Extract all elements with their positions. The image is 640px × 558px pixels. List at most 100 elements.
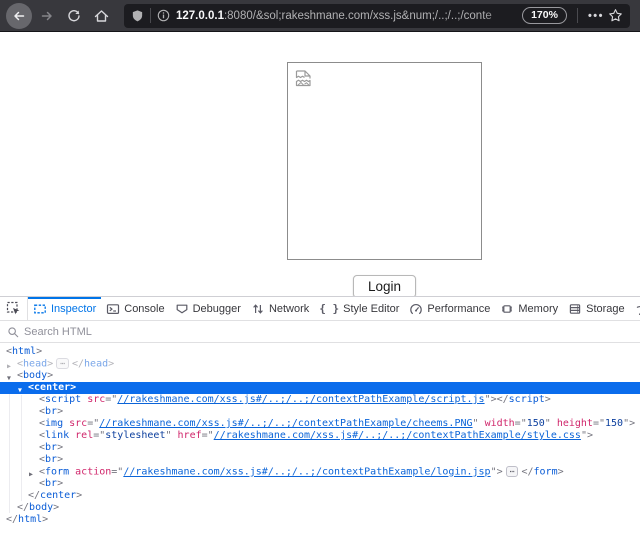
- tab-storage[interactable]: Storage: [563, 297, 630, 320]
- tab-label: Memory: [518, 303, 558, 315]
- node-picker-icon: [6, 301, 21, 316]
- markup-punct: >: [108, 359, 114, 370]
- markup-tag: script: [45, 394, 81, 405]
- markup-tag: img: [45, 418, 63, 429]
- markup-punct: ">: [581, 430, 593, 441]
- markup-row[interactable]: </html>: [0, 514, 640, 526]
- url-path: :8080/&sol;rakeshmane.com/xss.js&num;/..…: [224, 10, 492, 22]
- markup-punct: >: [36, 346, 42, 357]
- markup-punct: ">: [623, 418, 635, 429]
- markup-row[interactable]: ▼<body>: [0, 370, 640, 382]
- back-icon: [12, 9, 26, 23]
- inline-expander-badge[interactable]: ⋯: [506, 466, 519, 477]
- tab-performance[interactable]: Performance: [404, 297, 495, 320]
- reload-button[interactable]: [62, 4, 86, 28]
- markup-punct: >: [47, 359, 53, 370]
- markup-row[interactable]: <html>: [0, 346, 640, 358]
- inspector-icon: [33, 302, 47, 316]
- tab-accessibility[interactable]: Accessibility: [630, 297, 640, 320]
- markup-punct: </: [6, 514, 18, 525]
- markup-tag: body: [23, 370, 47, 381]
- memory-icon: [500, 302, 514, 316]
- markup-tag: body: [29, 502, 53, 513]
- markup-row[interactable]: <br>: [0, 406, 640, 418]
- markup-attr: href: [178, 430, 202, 441]
- markup-row[interactable]: <br>: [0, 478, 640, 490]
- attribute-link[interactable]: //rakeshmane.com/xss.js#/..;/..;/context…: [99, 418, 472, 429]
- markup-punct: >: [57, 406, 63, 417]
- tab-debugger[interactable]: Debugger: [170, 297, 246, 320]
- search-html-input[interactable]: [24, 326, 633, 338]
- tab-console[interactable]: Console: [101, 297, 169, 320]
- broken-image-placeholder: [287, 62, 482, 260]
- browser-toolbar: 127.0.0.1:8080/&sol;rakeshmane.com/xss.j…: [0, 0, 640, 32]
- attribute-link[interactable]: //rakeshmane.com/xss.js#/..;/..;/context…: [117, 394, 484, 405]
- markup-row[interactable]: ▶<form action="//rakeshmane.com/xss.js#/…: [0, 466, 640, 478]
- page-actions-button[interactable]: •••: [588, 10, 604, 22]
- markup-row[interactable]: <script src="//rakeshmane.com/xss.js#/..…: [0, 394, 640, 406]
- markup-attr: src: [69, 418, 87, 429]
- markup-attr: action: [75, 467, 111, 478]
- markup-punct: =": [593, 418, 605, 429]
- url-bar[interactable]: 127.0.0.1:8080/&sol;rakeshmane.com/xss.j…: [124, 4, 630, 28]
- tab-inspector[interactable]: Inspector: [28, 297, 101, 320]
- markup-row[interactable]: </body>: [0, 502, 640, 514]
- markup-tree: <html>▶<head>⋯</head>▼<body>▼<center><sc…: [0, 343, 640, 526]
- markup-tag: form: [45, 467, 69, 478]
- back-button[interactable]: [6, 3, 32, 29]
- reload-icon: [67, 9, 81, 23]
- markup-punct: >: [53, 502, 59, 513]
- markup-punct: >: [57, 442, 63, 453]
- markup-tag: html: [18, 514, 42, 525]
- url-text[interactable]: 127.0.0.1:8080/&sol;rakeshmane.com/xss.j…: [176, 10, 518, 22]
- zoom-level-badge[interactable]: 170%: [522, 7, 567, 24]
- markup-punct: </: [497, 394, 509, 405]
- node-picker-button[interactable]: [0, 297, 28, 320]
- markup-punct: >: [76, 490, 82, 501]
- info-icon[interactable]: [157, 9, 170, 22]
- markup-punct: >: [558, 467, 564, 478]
- markup-row[interactable]: <link rel="stylesheet" href="//rakeshman…: [0, 430, 640, 442]
- network-icon: [251, 302, 265, 316]
- markup-tag: br: [45, 478, 57, 489]
- markup-punct: >: [70, 382, 76, 393]
- style-editor-icon: { }: [319, 302, 339, 315]
- tab-style-editor[interactable]: { } Style Editor: [314, 297, 404, 320]
- attribute-link[interactable]: //rakeshmane.com/xss.js#/..;/..;/context…: [214, 430, 581, 441]
- tab-memory[interactable]: Memory: [495, 297, 563, 320]
- forward-button[interactable]: [35, 4, 59, 28]
- inline-expander-badge[interactable]: ⋯: [56, 358, 69, 369]
- urlbar-divider: [150, 8, 151, 23]
- page-viewport: Login: [0, 33, 640, 296]
- markup-punct: >: [57, 478, 63, 489]
- devtools-tabbar: Inspector Console DebuggerNetwork { } Style …: [0, 297, 640, 321]
- markup-row-selected[interactable]: ▼<center>: [0, 382, 640, 394]
- tab-label: Style Editor: [343, 303, 399, 315]
- markup-val: stylesheet: [105, 430, 165, 441]
- markup-val: 150: [527, 418, 545, 429]
- markup-row[interactable]: </center>: [0, 490, 640, 502]
- bookmark-star-icon[interactable]: [608, 8, 623, 23]
- markup-row[interactable]: ▶<head>⋯</head>: [0, 358, 640, 370]
- markup-tag: form: [534, 467, 558, 478]
- storage-icon: [568, 302, 582, 316]
- markup-tag: br: [45, 406, 57, 417]
- markup-row[interactable]: <img src="//rakeshmane.com/xss.js#/..;/.…: [0, 418, 640, 430]
- broken-image-icon: [294, 69, 313, 88]
- markup-attr: width: [485, 418, 515, 429]
- url-fade-overlay: [482, 10, 518, 22]
- login-button[interactable]: Login: [353, 275, 416, 298]
- forward-icon: [40, 9, 54, 23]
- markup-punct: ": [473, 418, 485, 429]
- markup-tag: center: [40, 490, 76, 501]
- markup-punct: =": [105, 394, 117, 405]
- markup-row[interactable]: <br>: [0, 454, 640, 466]
- attribute-link[interactable]: //rakeshmane.com/xss.js#/..;/..;/context…: [123, 467, 490, 478]
- home-icon: [94, 9, 109, 23]
- markup-punct: >: [42, 514, 48, 525]
- tab-network[interactable]: Network: [246, 297, 314, 320]
- markup-row[interactable]: <br>: [0, 442, 640, 454]
- home-button[interactable]: [89, 4, 113, 28]
- tab-label: Console: [124, 303, 164, 315]
- url-host: 127.0.0.1: [176, 10, 224, 22]
